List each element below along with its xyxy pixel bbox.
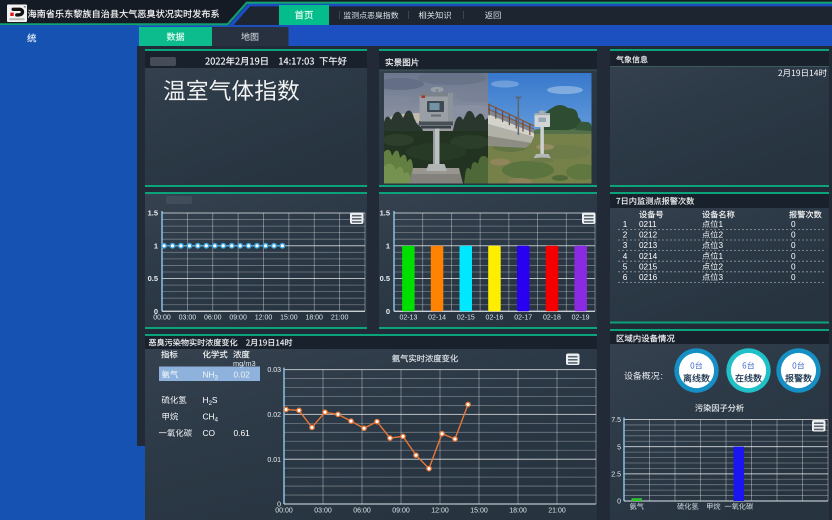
svg-text:1: 1 — [386, 241, 390, 250]
svg-text:0: 0 — [791, 262, 796, 271]
svg-text:CO: CO — [203, 428, 216, 438]
svg-text:1: 1 — [719, 220, 724, 229]
svg-text:0.01: 0.01 — [267, 457, 281, 464]
svg-text:02-15: 02-15 — [457, 314, 475, 321]
svg-text:0.02: 0.02 — [267, 412, 281, 419]
svg-text:12:00: 12:00 — [255, 314, 273, 321]
svg-text:1: 1 — [154, 241, 158, 250]
svg-text:4: 4 — [623, 252, 628, 261]
svg-text:15:00: 15:00 — [470, 508, 488, 515]
svg-text:0.02: 0.02 — [234, 370, 251, 380]
svg-text:21:00: 21:00 — [331, 314, 349, 321]
svg-text:0213: 0213 — [639, 241, 658, 250]
svg-text:6: 6 — [623, 273, 628, 282]
svg-text:0.03: 0.03 — [267, 367, 281, 374]
svg-text:2: 2 — [623, 231, 628, 240]
svg-text:0: 0 — [386, 307, 390, 316]
svg-text:03:00: 03:00 — [179, 314, 197, 321]
svg-text:00:00: 00:00 — [275, 508, 293, 515]
svg-text:3: 3 — [719, 241, 724, 250]
svg-text::: : — [661, 371, 663, 381]
svg-text:02-16: 02-16 — [486, 314, 504, 321]
svg-text:00:00: 00:00 — [153, 314, 171, 321]
svg-text:18:00: 18:00 — [305, 314, 323, 321]
svg-text:0: 0 — [791, 273, 796, 282]
svg-text:03:00: 03:00 — [314, 508, 332, 515]
svg-text:0214: 0214 — [639, 252, 658, 261]
svg-text:0211: 0211 — [639, 220, 657, 229]
svg-text:3: 3 — [719, 273, 724, 282]
svg-text:15:00: 15:00 — [280, 314, 298, 321]
svg-text:02-19: 02-19 — [572, 314, 590, 321]
svg-text:09:00: 09:00 — [229, 314, 247, 321]
svg-text:mg/m3: mg/m3 — [233, 359, 256, 368]
svg-text:18:00: 18:00 — [509, 508, 527, 515]
svg-text:0212: 0212 — [639, 231, 658, 240]
svg-text:2.5: 2.5 — [611, 471, 621, 478]
svg-text:02-18: 02-18 — [543, 314, 561, 321]
svg-text:1.5: 1.5 — [380, 209, 390, 218]
svg-text:0: 0 — [791, 252, 796, 261]
svg-text:5: 5 — [617, 444, 621, 451]
svg-text:0: 0 — [791, 220, 796, 229]
svg-text:0: 0 — [617, 499, 621, 506]
svg-text:0.5: 0.5 — [148, 274, 158, 283]
svg-text:0216: 0216 — [639, 273, 658, 282]
svg-text:0215: 0215 — [639, 262, 658, 271]
svg-text:2: 2 — [719, 262, 724, 271]
svg-text:7.5: 7.5 — [611, 417, 621, 424]
svg-text:1.5: 1.5 — [148, 209, 158, 218]
svg-text:21:00: 21:00 — [548, 508, 566, 515]
svg-text:06:00: 06:00 — [204, 314, 222, 321]
svg-text:12:00: 12:00 — [431, 508, 449, 515]
svg-text:0.61: 0.61 — [234, 428, 251, 438]
svg-text:1: 1 — [719, 252, 724, 261]
svg-text:02-14: 02-14 — [428, 314, 446, 321]
svg-text:09:00: 09:00 — [392, 508, 410, 515]
svg-text:0.5: 0.5 — [380, 274, 390, 283]
svg-text:0: 0 — [791, 231, 796, 240]
svg-text:02-13: 02-13 — [399, 314, 417, 321]
svg-text:0: 0 — [791, 241, 796, 250]
svg-text:06:00: 06:00 — [353, 508, 371, 515]
svg-text:3: 3 — [623, 241, 628, 250]
svg-text:2: 2 — [719, 231, 724, 240]
svg-text:5: 5 — [623, 262, 628, 271]
svg-text:02-17: 02-17 — [514, 314, 532, 321]
svg-text:1: 1 — [623, 220, 628, 229]
